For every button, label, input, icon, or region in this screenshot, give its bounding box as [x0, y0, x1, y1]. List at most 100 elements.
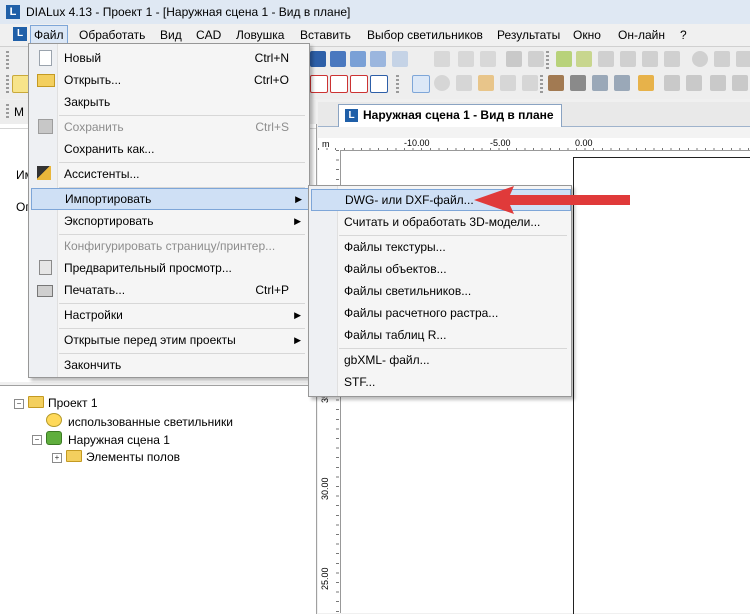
view-icon[interactable]	[614, 75, 630, 91]
menu-file[interactable]: Файл	[30, 25, 68, 45]
open-folder-icon	[37, 74, 55, 87]
file-menu-open[interactable]: Открыть... Ctrl+O	[31, 69, 307, 91]
import-calc-grid-files[interactable]: Файлы расчетного растра...	[311, 302, 569, 324]
import-luminaire-files[interactable]: Файлы светильников...	[311, 280, 569, 302]
toolbar-grip[interactable]	[396, 75, 399, 93]
tool-icon[interactable]	[642, 51, 658, 67]
luminaire-question-icon[interactable]	[330, 75, 348, 93]
menu-luminaire-selection[interactable]: Выбор светильников	[364, 26, 486, 44]
file-menu-print-preview[interactable]: Предварительный просмотр...	[31, 257, 307, 279]
menu-results[interactable]: Результаты	[494, 26, 563, 44]
view-icon[interactable]	[570, 75, 586, 91]
toolbar-grip[interactable]	[546, 51, 549, 69]
room-shape-icon[interactable]	[330, 51, 346, 67]
file-menu-print[interactable]: Печатать... Ctrl+P	[31, 279, 307, 301]
menu-help[interactable]: ?	[677, 26, 690, 44]
tree-item-used-luminaires[interactable]: использованные светильники	[46, 413, 233, 429]
save-icon	[38, 119, 53, 134]
printer-icon	[37, 285, 53, 297]
file-menu-new[interactable]: Новый Ctrl+N	[31, 47, 307, 69]
tool-icon[interactable]	[736, 51, 750, 67]
ruler-unit: m	[322, 139, 330, 149]
ruler-tick-label: 25.00	[320, 567, 330, 590]
tool-icon[interactable]	[664, 51, 680, 67]
tree-expand-toggle[interactable]: +	[52, 453, 62, 463]
disabled-tool-icon	[458, 51, 474, 67]
left-panel-tab[interactable]: M	[14, 105, 24, 119]
tree-collapse-toggle[interactable]: −	[14, 399, 24, 409]
render-icon[interactable]	[638, 75, 654, 91]
file-menu-recent-projects[interactable]: Открытые перед этим проекты ▶	[31, 329, 307, 351]
folder-icon	[66, 450, 82, 462]
tool-icon[interactable]	[598, 51, 614, 67]
red-arrow-annotation	[474, 186, 630, 214]
luminaire-field-icon[interactable]	[576, 51, 592, 67]
tool-icon[interactable]	[522, 75, 538, 91]
tree-collapse-toggle[interactable]: −	[32, 435, 42, 445]
menu-view[interactable]: Вид	[157, 26, 185, 44]
import-stf[interactable]: STF...	[311, 371, 569, 393]
new-document-icon	[39, 50, 52, 66]
view-icon[interactable]	[592, 75, 608, 91]
luminaire-arrangement-icon[interactable]	[556, 51, 572, 67]
tab-plan-view[interactable]: L Наружная сцена 1 - Вид в плане	[338, 104, 562, 127]
zoom-icon[interactable]	[434, 75, 450, 91]
tool-icon[interactable]	[500, 75, 516, 91]
tool-icon[interactable]	[528, 51, 544, 67]
box-icon[interactable]	[350, 51, 366, 67]
object-icon[interactable]	[392, 51, 408, 67]
file-menu-export[interactable]: Экспортировать ▶	[31, 210, 307, 232]
tool-icon[interactable]	[664, 75, 680, 91]
pan-hand-icon[interactable]	[478, 75, 494, 91]
disabled-tool-icon	[434, 51, 450, 67]
toolbar-grip[interactable]	[540, 75, 543, 93]
l-shape-icon[interactable]	[310, 51, 326, 67]
horizontal-ruler: -10.00 -5.00 0.00	[318, 138, 750, 151]
tool-icon[interactable]	[714, 51, 730, 67]
tool-icon[interactable]	[732, 75, 748, 91]
ruler-ticks	[318, 148, 750, 150]
import-object-files[interactable]: Файлы объектов...	[311, 258, 569, 280]
tree-item-project[interactable]: Проект 1	[28, 395, 98, 411]
tree-item-outdoor-scene[interactable]: Наружная сцена 1	[46, 431, 170, 447]
file-menu-exit[interactable]: Закончить	[31, 354, 307, 376]
pointer-icon[interactable]	[412, 75, 430, 93]
cube-icon[interactable]	[370, 51, 386, 67]
target-icon[interactable]	[692, 51, 708, 67]
file-menu-assistants[interactable]: Ассистенты...	[31, 163, 307, 185]
menu-window[interactable]: Окно	[570, 26, 604, 44]
menu-edit[interactable]: Обработать	[76, 26, 148, 44]
import-gbxml[interactable]: gbXML- файл...	[311, 349, 569, 371]
luminaire-question-icon[interactable]	[310, 75, 328, 93]
submenu-arrow-icon: ▶	[295, 194, 302, 204]
wall-view-icon[interactable]	[548, 75, 564, 91]
menu-cad[interactable]: CAD	[193, 26, 224, 44]
file-menu-import[interactable]: Импортировать ▶	[31, 188, 309, 210]
luminaire-question-icon[interactable]	[350, 75, 368, 93]
import-texture-files[interactable]: Файлы текстуры...	[311, 236, 569, 258]
tool-icon[interactable]	[710, 75, 726, 91]
zoom-area-icon[interactable]	[456, 75, 472, 91]
project-tree: − Проект 1 использованные светильники − …	[0, 385, 317, 614]
wrench-icon[interactable]	[506, 51, 522, 67]
toolbar-grip[interactable]	[6, 51, 9, 69]
submenu-arrow-icon: ▶	[294, 335, 301, 345]
menu-snap[interactable]: Ловушка	[233, 26, 287, 44]
luminaire-question-icon[interactable]	[370, 75, 388, 93]
tool-icon[interactable]	[620, 51, 636, 67]
menu-online[interactable]: Он-лайн	[615, 26, 668, 44]
tool-icon[interactable]	[686, 75, 702, 91]
menu-insert[interactable]: Вставить	[297, 26, 354, 44]
tree-item-floor-elements[interactable]: Элементы полов	[66, 449, 180, 465]
file-menu-close[interactable]: Закрыть	[31, 91, 307, 113]
window-title: DIALux 4.13 - Проект 1 - [Наружная сцена…	[26, 5, 351, 19]
file-menu-settings[interactable]: Настройки ▶	[31, 304, 307, 326]
mdi-app-icon[interactable]: L	[13, 27, 27, 41]
project-folder-icon	[28, 396, 44, 408]
ruler-tick-label: 0.00	[575, 138, 593, 148]
import-r-table-files[interactable]: Файлы таблиц R...	[311, 324, 569, 346]
ruler-tick-label: -10.00	[404, 138, 430, 148]
toolbar-grip[interactable]	[6, 104, 9, 120]
file-menu-save-as[interactable]: Сохранить как...	[31, 138, 307, 160]
toolbar-grip[interactable]	[6, 75, 9, 93]
